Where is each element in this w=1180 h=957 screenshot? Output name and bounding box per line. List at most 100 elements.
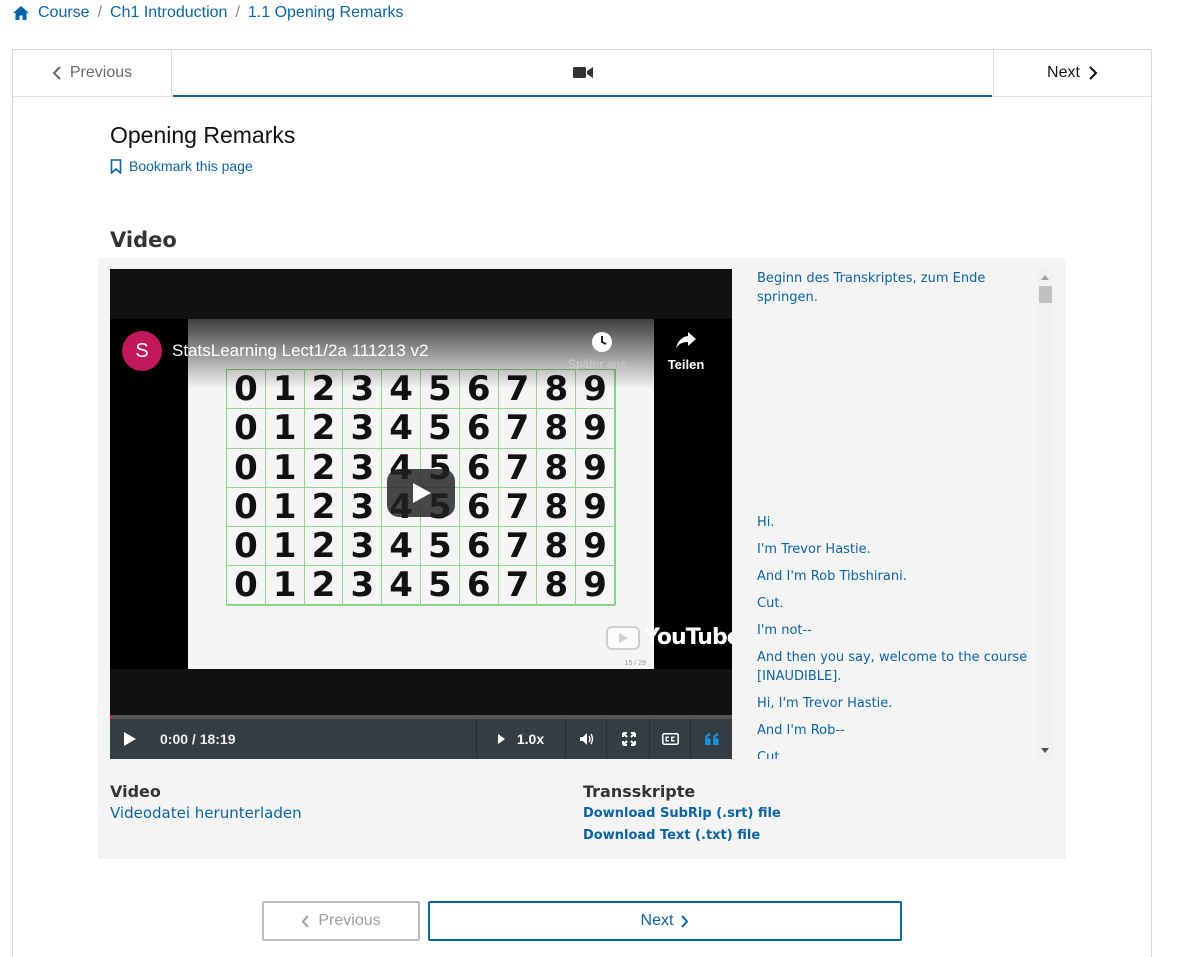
transcript-line[interactable]: Cut.	[757, 594, 1037, 613]
digit-cell: 4	[382, 409, 421, 449]
digit-cell: 2	[304, 527, 344, 567]
clock-icon	[592, 332, 612, 352]
transcript-scrollbar[interactable]	[1038, 269, 1053, 759]
play-icon	[413, 483, 431, 503]
transcript-line[interactable]: And I'm Rob Tibshirani.	[757, 567, 1037, 586]
digit-cell: 6	[459, 487, 499, 528]
video-player[interactable]: 0123456789012345678901234567890123456789…	[110, 269, 732, 759]
digit-cell: 9	[576, 527, 615, 567]
bottom-next-label: Next	[640, 912, 674, 929]
transcript-line[interactable]: Hi.	[757, 513, 1037, 532]
sequence-next-button[interactable]: Next	[993, 50, 1151, 96]
scroll-up-arrow-icon[interactable]	[1041, 275, 1049, 280]
sequence-navigation: Previous Next	[13, 50, 1151, 97]
fullscreen-button[interactable]	[608, 719, 650, 759]
transcript-line[interactable]: And I'm Rob--	[757, 721, 1037, 740]
digit-cell: 5	[420, 409, 460, 449]
time-display: 0:00 / 18:19	[160, 731, 236, 747]
digit-cell: 9	[576, 566, 615, 606]
digit-cell: 0	[227, 409, 266, 449]
digit-cell: 3	[343, 487, 383, 528]
digit-cell: 7	[498, 409, 538, 449]
chevron-left-icon	[302, 914, 310, 928]
play-button[interactable]	[120, 719, 140, 759]
digit-cell: 8	[537, 487, 577, 528]
transcript-line[interactable]: Cut.	[757, 748, 1037, 759]
digit-cell: 6	[459, 409, 499, 449]
breadcrumb: Course / Ch1 Introduction / 1.1 Opening …	[12, 3, 404, 23]
video-download-heading: Video	[110, 782, 161, 801]
big-play-button[interactable]	[387, 469, 455, 517]
youtube-logo[interactable]: YouTube	[606, 625, 732, 650]
youtube-video-title[interactable]: StatsLearning Lect1/2a 111213 v2	[172, 341, 428, 361]
speed-button[interactable]: 1.0x	[476, 719, 566, 759]
transcript-panel: Beginn des Transkriptes, zum Ende spring…	[745, 269, 1055, 759]
digit-cell: 1	[265, 566, 305, 606]
digit-cell: 8	[537, 566, 577, 606]
digit-cell: 1	[265, 487, 305, 528]
sequence-previous-button[interactable]: Previous	[13, 50, 172, 96]
breadcrumb-chapter[interactable]: Ch1 Introduction	[110, 4, 227, 22]
channel-avatar[interactable]: S	[122, 331, 162, 371]
bottom-previous-button[interactable]: Previous	[262, 901, 420, 941]
youtube-wordmark: YouTube	[644, 625, 732, 650]
sequence-tab-video[interactable]	[173, 50, 992, 97]
breadcrumb-unit[interactable]: 1.1 Opening Remarks	[248, 4, 404, 22]
digit-cell: 3	[343, 409, 383, 449]
player-controls: 0:00 / 18:19 1.0x	[110, 719, 732, 759]
bookmark-icon	[110, 158, 122, 174]
digit-cell: 6	[459, 527, 499, 567]
letterbox-top	[110, 269, 732, 319]
breadcrumb-course[interactable]: Course	[38, 4, 90, 22]
scrollbar-thumb[interactable]	[1039, 286, 1052, 303]
caret-right-icon	[497, 734, 505, 744]
digit-cell: 8	[537, 527, 577, 567]
breadcrumb-separator: /	[235, 4, 240, 21]
digit-cell: 8	[537, 448, 577, 488]
digit-cell: 1	[265, 527, 305, 567]
digit-cell: 6	[459, 448, 499, 488]
digit-cell: 2	[304, 409, 344, 449]
share-button[interactable]: Teilen	[662, 331, 710, 372]
closed-captions-icon	[662, 733, 679, 745]
download-srt-link[interactable]: Download SubRip (.srt) file	[583, 806, 781, 821]
digit-cell: 8	[537, 409, 577, 449]
closed-captions-button[interactable]	[651, 719, 691, 759]
bottom-next-button[interactable]: Next	[428, 901, 902, 941]
youtube-play-mark-icon	[606, 625, 640, 650]
sequence-previous-label: Previous	[69, 64, 133, 81]
video-download-link[interactable]: Videodatei herunterladen	[110, 804, 302, 822]
speed-value: 1.0x	[516, 731, 545, 747]
digit-cell: 4	[382, 527, 421, 567]
transcript-line[interactable]: I'm not--	[757, 621, 1037, 640]
transcript-toggle-button[interactable]	[692, 719, 732, 759]
transcript-line[interactable]: And then you say, welcome to the course …	[757, 648, 1037, 686]
bookmark-button[interactable]: Bookmark this page	[110, 158, 253, 174]
letterbox-bottom	[110, 669, 732, 715]
digit-cell: 3	[343, 448, 383, 488]
digit-row: 0123456789	[227, 566, 615, 606]
digit-cell: 7	[498, 448, 538, 488]
bookmark-label: Bookmark this page	[129, 158, 253, 174]
volume-button[interactable]	[567, 719, 607, 759]
digit-cell: 0	[227, 487, 266, 528]
digit-cell: 1	[265, 448, 305, 488]
transcript-line[interactable]: Hi, I'm Trevor Hastie.	[757, 694, 1037, 713]
share-label: Teilen	[667, 357, 705, 372]
quote-icon	[705, 733, 719, 745]
watch-later-button[interactable]: Später ans...	[562, 331, 642, 371]
digit-cell: 0	[227, 448, 266, 488]
transcript-skip-link[interactable]: Beginn des Transkriptes, zum Ende spring…	[757, 269, 1017, 307]
download-txt-link[interactable]: Download Text (.txt) file	[583, 828, 760, 843]
digit-cell: 0	[227, 566, 266, 606]
video-section-heading: Video	[110, 228, 177, 252]
digit-cell: 9	[576, 409, 615, 449]
transcript-line[interactable]: I'm Trevor Hastie.	[757, 540, 1037, 559]
home-icon[interactable]	[12, 5, 30, 21]
digit-row: 0123456789	[227, 527, 615, 567]
digit-cell: 5	[420, 527, 460, 567]
digit-cell: 9	[576, 487, 615, 528]
transcript-lines: Hi. I'm Trevor Hastie. And I'm Rob Tibsh…	[757, 513, 1037, 759]
scroll-down-arrow-icon[interactable]	[1041, 748, 1049, 753]
chevron-right-icon	[681, 914, 689, 928]
